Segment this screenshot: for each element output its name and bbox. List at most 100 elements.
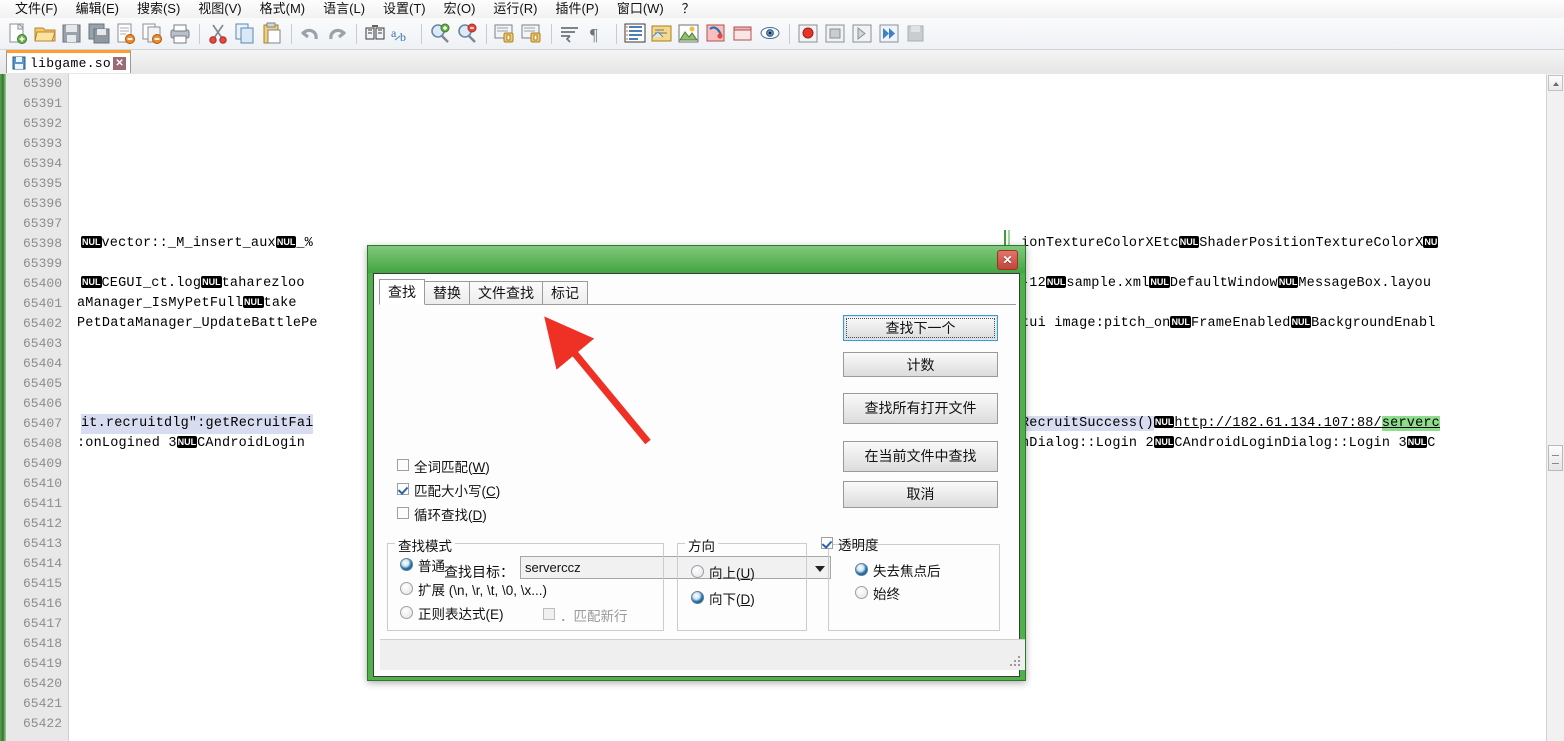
menu-item-help[interactable]: ？ — [673, 0, 704, 18]
count-button[interactable]: 计数 — [843, 352, 998, 377]
find-all-in-all-opened-documents-button[interactable]: 查找所有打开文件 — [843, 393, 998, 424]
find-dialog-title-bar[interactable] — [368, 246, 1025, 273]
editor-vertical-scrollbar[interactable] — [1546, 74, 1564, 741]
radio-box[interactable] — [691, 565, 704, 578]
function-list-icon[interactable] — [703, 21, 729, 47]
whole-word-label: 全词匹配(W) — [414, 460, 490, 475]
macro-record-icon[interactable] — [795, 21, 821, 47]
nul-marker: NUL — [275, 236, 297, 248]
search-mode-regex-label: 正则表达式(E) — [418, 607, 504, 622]
macro-stop-icon[interactable] — [822, 21, 848, 47]
monitoring-icon[interactable] — [757, 21, 783, 47]
user-language-icon[interactable] — [649, 21, 675, 47]
document-tab-libgame-so[interactable]: libgame.so ✕ — [6, 50, 132, 73]
find-all-in-current-document-button[interactable]: 在当前文件中查找 — [843, 441, 998, 472]
redo-icon[interactable] — [324, 21, 350, 47]
close-icon[interactable]: ✕ — [997, 250, 1018, 270]
nul-marker: NUL — [1178, 236, 1200, 248]
macro-play-icon[interactable] — [849, 21, 875, 47]
search-mode-group: 查找模式 普通 扩展 (\n, \r, \t, \0, \x...) 正则表达式… — [387, 535, 664, 631]
sync-horizontal-icon[interactable] — [519, 21, 545, 47]
menu-item-view[interactable]: 视图(V) — [189, 0, 250, 18]
line-number: 65401 — [22, 296, 62, 311]
paste-icon[interactable] — [259, 21, 285, 47]
undo-icon[interactable] — [297, 21, 323, 47]
menu-item-language[interactable]: 语言(L) — [314, 0, 374, 18]
indent-guide-icon[interactable] — [622, 21, 648, 47]
copy-icon[interactable] — [232, 21, 258, 47]
menu-item-format[interactable]: 格式(M) — [251, 0, 315, 18]
find-dialog-tabs: 查找 替换 文件查找 标记 — [379, 279, 588, 305]
radio-box[interactable] — [400, 582, 413, 595]
macro-save-icon[interactable] — [903, 21, 929, 47]
checkbox-box[interactable] — [397, 507, 409, 519]
sync-vertical-icon[interactable] — [492, 21, 518, 47]
new-file-icon[interactable] — [5, 21, 31, 47]
menu-item-run[interactable]: 运行(R) — [484, 0, 546, 18]
focus-ring — [846, 318, 995, 338]
save-icon[interactable] — [59, 21, 85, 47]
checkbox-box[interactable] — [397, 483, 409, 495]
document-map-icon[interactable] — [676, 21, 702, 47]
nul-marker: NUL — [1406, 436, 1428, 448]
line-number: 65403 — [22, 336, 62, 351]
save-all-icon[interactable] — [86, 21, 112, 47]
search-mode-extended-label: 扩展 (\n, \r, \t, \0, \x...) — [418, 583, 548, 598]
show-all-chars-icon[interactable]: ¶ — [584, 21, 610, 47]
toolbar-separator — [551, 23, 552, 44]
cancel-label: 取消 — [906, 486, 935, 502]
line-number: 65391 — [22, 96, 62, 111]
menu-item-search[interactable]: 搜索(S) — [128, 0, 189, 18]
open-file-icon[interactable] — [32, 21, 58, 47]
macro-play-many-icon[interactable] — [876, 21, 902, 47]
find-next-button[interactable]: 查找下一个 — [843, 315, 998, 341]
chevron-down-icon[interactable] — [815, 566, 825, 572]
code-line-65398-left: NULvector::_M_insert_auxNUL_% — [81, 236, 313, 251]
zoom-out-icon[interactable] — [454, 21, 480, 47]
radio-box[interactable] — [855, 586, 868, 599]
radio-box[interactable] — [400, 558, 413, 571]
toolbar-separator — [616, 23, 617, 44]
checkbox-box[interactable] — [397, 459, 409, 471]
toolbar-separator — [356, 23, 357, 44]
cut-icon[interactable] — [205, 21, 231, 47]
folder-as-workspace-icon[interactable] — [730, 21, 756, 47]
tab-replace[interactable]: 替换 — [424, 281, 470, 305]
close-file-icon[interactable] — [113, 21, 139, 47]
menu-item-edit[interactable]: 编辑(E) — [67, 0, 128, 18]
menu-bar: 文件(F) 编辑(E) 搜索(S) 视图(V) 格式(M) 语言(L) 设置(T… — [0, 0, 1564, 18]
url-link[interactable]: http://182.61.134.107:88/ — [1174, 416, 1382, 431]
tab-mark[interactable]: 标记 — [542, 281, 588, 305]
code-line-65407-right: RecruitSuccess()NULhttp://182.61.134.107… — [1021, 414, 1440, 434]
nul-marker: NUL — [243, 296, 264, 308]
line-number: 65406 — [22, 396, 62, 411]
menu-item-window[interactable]: 窗口(W) — [608, 0, 673, 18]
radio-box[interactable] — [691, 591, 704, 604]
line-number: 65394 — [22, 156, 62, 171]
line-number: 65414 — [22, 556, 62, 571]
radio-box[interactable] — [855, 563, 868, 576]
menu-item-settings[interactable]: 设置(T) — [374, 0, 435, 18]
radio-box[interactable] — [400, 606, 413, 619]
tab-close-icon[interactable]: ✕ — [113, 56, 127, 70]
scrollbar-up-arrow-icon[interactable] — [1548, 75, 1563, 91]
cancel-button[interactable]: 取消 — [843, 481, 998, 508]
word-wrap-icon[interactable] — [557, 21, 583, 47]
nul-marker: NUL — [176, 436, 198, 448]
svg-text:a: a — [391, 26, 397, 40]
menu-item-file[interactable]: 文件(F) — [6, 0, 67, 18]
menu-item-plugins[interactable]: 插件(P) — [546, 0, 607, 18]
checkbox-box[interactable] — [821, 537, 833, 549]
replace-icon[interactable]: ab — [389, 21, 415, 47]
menu-item-macro[interactable]: 宏(O) — [435, 0, 485, 18]
print-icon[interactable] — [167, 21, 193, 47]
zoom-in-icon[interactable] — [427, 21, 453, 47]
nul-marker: NUL — [1290, 316, 1312, 328]
tab-find-in-files[interactable]: 文件查找 — [469, 281, 543, 305]
resize-grip-icon[interactable] — [1010, 656, 1021, 667]
find-icon[interactable] — [362, 21, 388, 47]
close-all-icon[interactable] — [140, 21, 166, 47]
tab-find[interactable]: 查找 — [379, 279, 425, 305]
scrollbar-thumb[interactable] — [1548, 445, 1563, 471]
transparency-on-losing-focus-label: 失去焦点后 — [873, 564, 941, 579]
